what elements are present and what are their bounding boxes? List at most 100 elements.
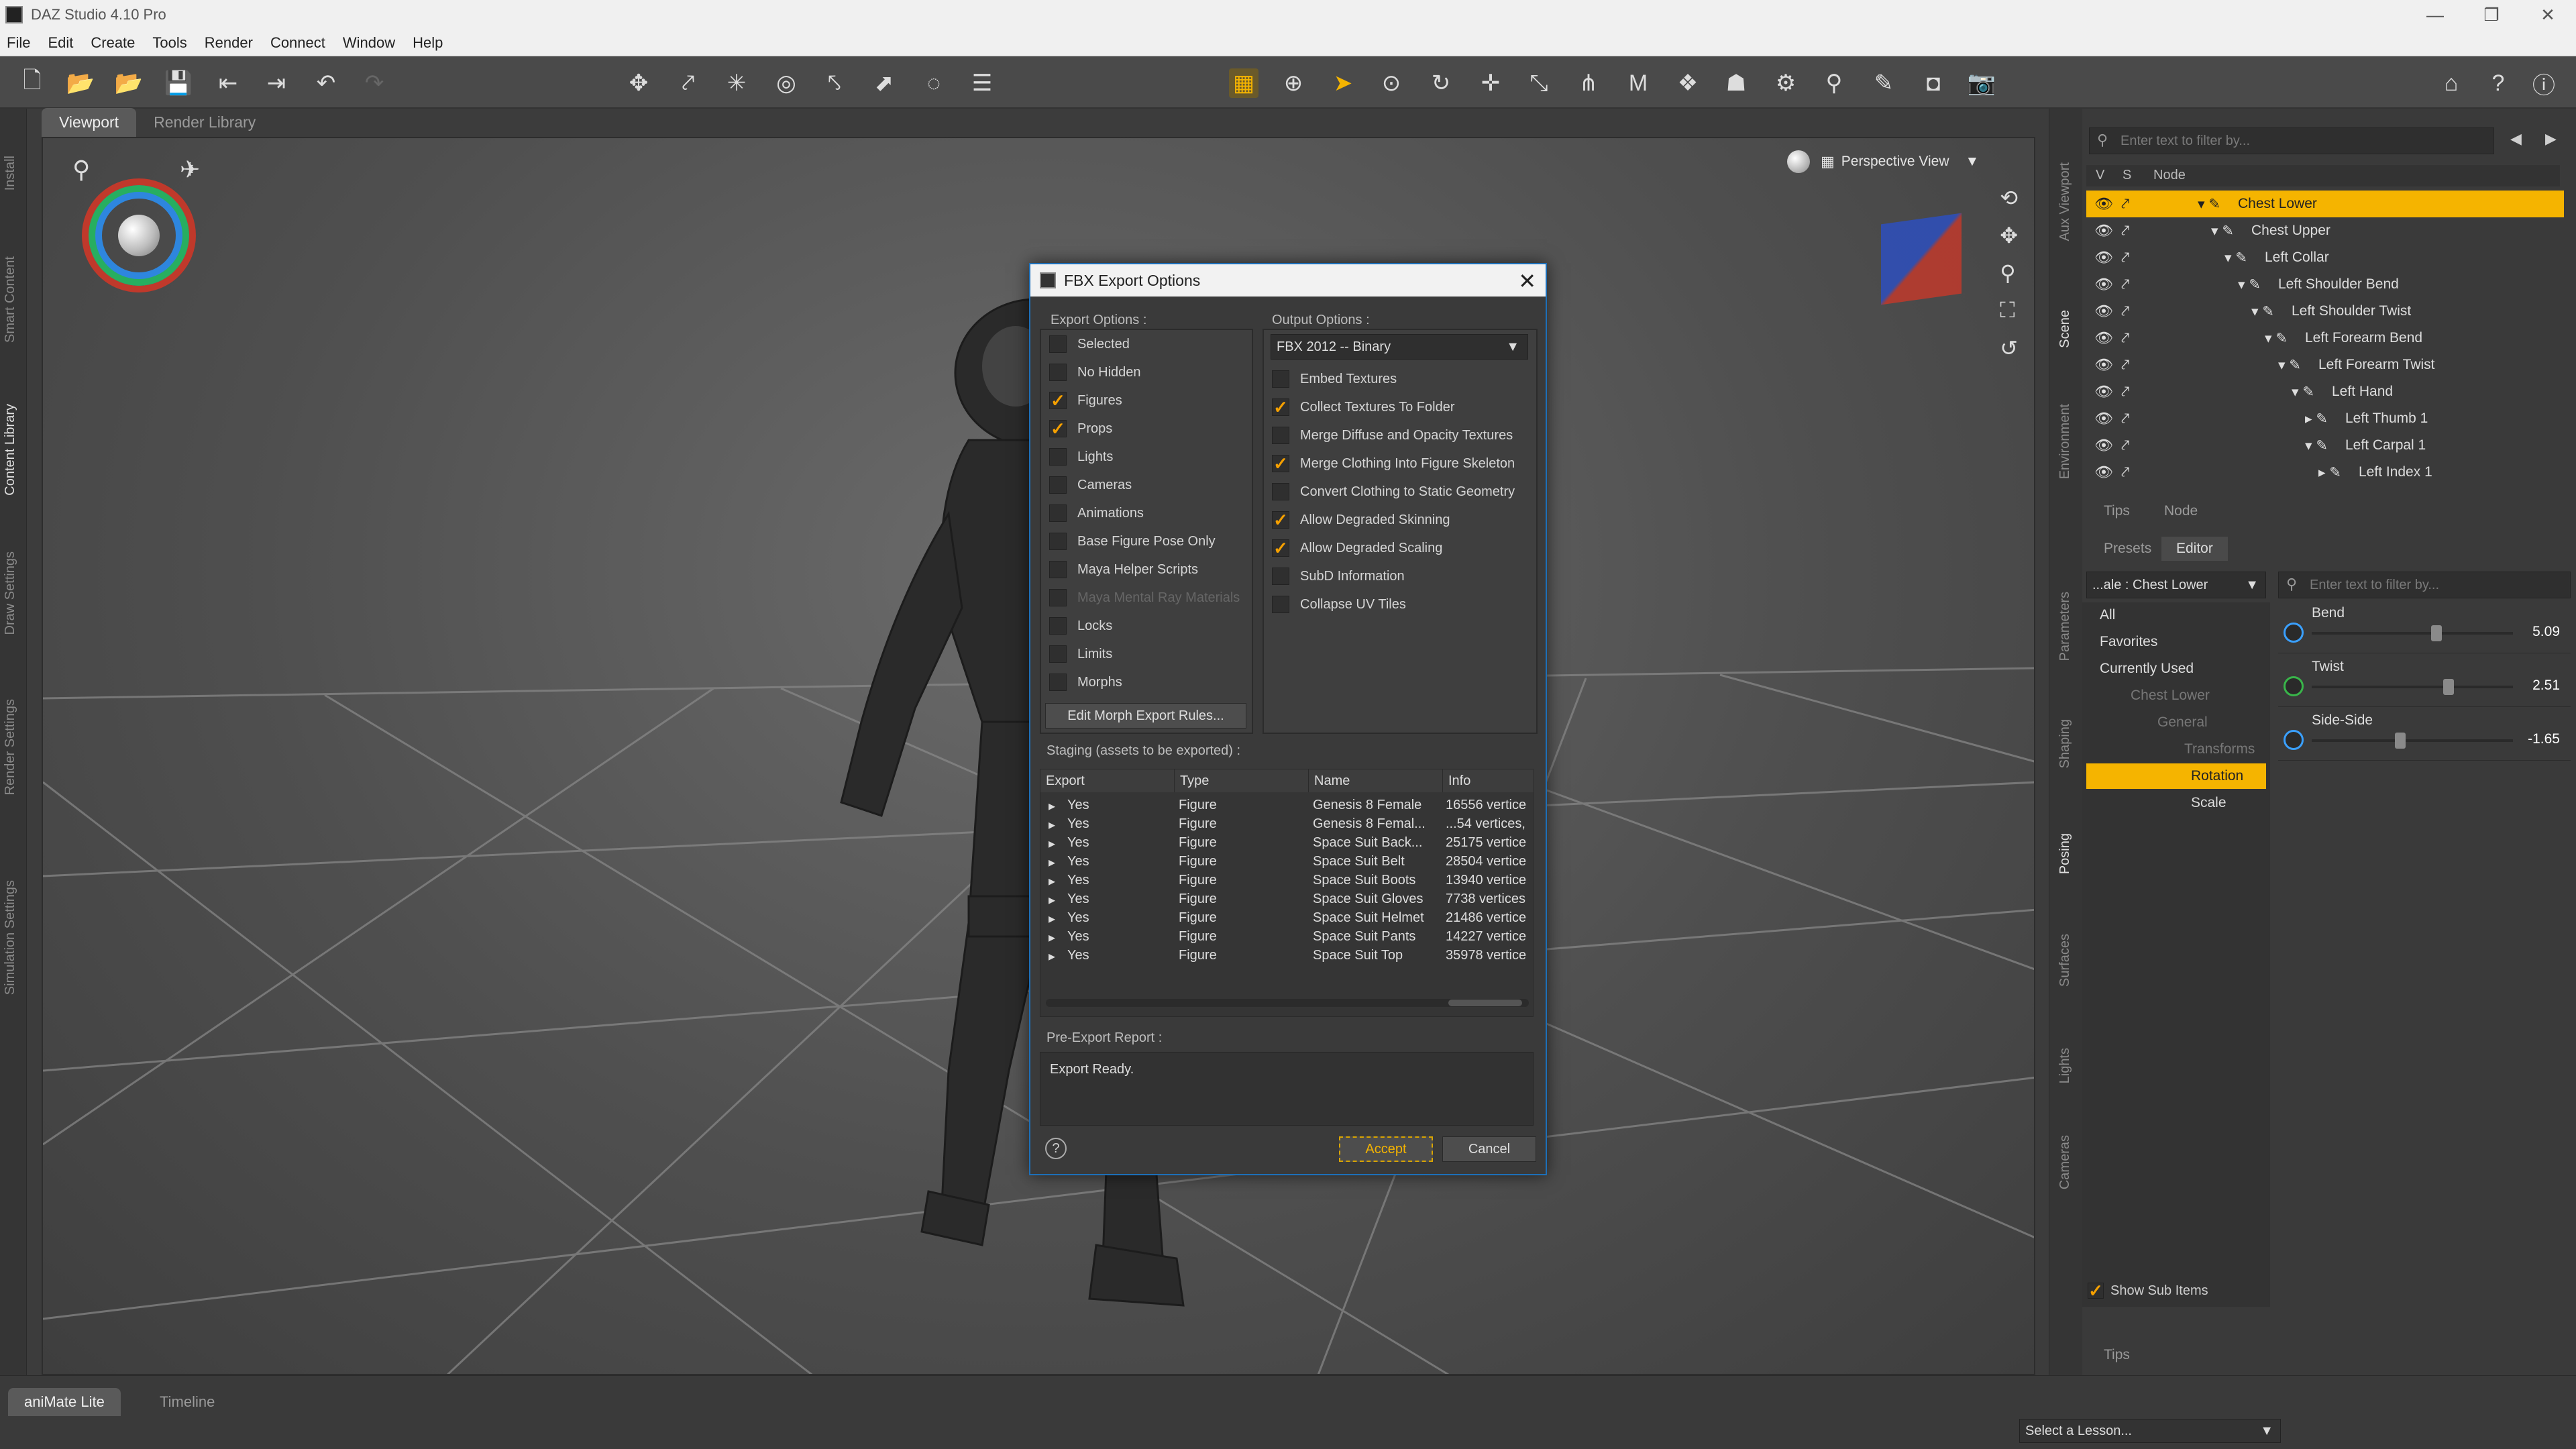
category-general[interactable]: General: [2086, 710, 2266, 735]
expand-arrow-icon[interactable]: ▸: [1049, 835, 1055, 852]
menu-render[interactable]: Render: [205, 34, 253, 52]
eye-icon[interactable]: 👁: [2094, 195, 2113, 213]
checkbox-morphs[interactable]: Morphs: [1049, 674, 1122, 691]
universal-tool-icon[interactable]: ⊕: [1279, 68, 1308, 98]
checkbox-box[interactable]: [1049, 533, 1067, 550]
spot-light-tool-icon[interactable]: ✳: [722, 68, 751, 98]
checkmark-icon[interactable]: ✓: [1272, 538, 1289, 558]
help-icon[interactable]: ⓘ: [2529, 68, 2559, 99]
category-currently-used[interactable]: Currently Used: [2086, 656, 2266, 682]
perspective-view-select[interactable]: ▦ Perspective View ▼: [1787, 150, 1979, 173]
export-icon[interactable]: ⇥: [262, 68, 291, 98]
tab-scene-node[interactable]: Node: [2149, 499, 2212, 523]
checkbox-degraded-skinning[interactable]: ✓ Allow Degraded Skinning: [1272, 510, 1450, 530]
checkbox-limits[interactable]: Limits: [1049, 645, 1112, 663]
expand-arrow-icon[interactable]: ▸: [1049, 873, 1055, 890]
checkbox-box[interactable]: [1049, 335, 1067, 353]
tab-viewport[interactable]: Viewport: [42, 108, 137, 137]
tab-parameters[interactable]: Parameters: [2057, 592, 2073, 661]
spline-tool-icon[interactable]: ⚲: [1819, 68, 1849, 98]
active-pose-tool-icon[interactable]: ⊙: [1377, 68, 1406, 98]
menu-file[interactable]: File: [7, 34, 30, 52]
tree-row-left-thumb-1[interactable]: 👁 ⤤ ▸ ✎ Left Thumb 1: [2086, 405, 2564, 432]
region-tool-icon[interactable]: ⬈: [869, 68, 899, 98]
checkbox-box[interactable]: [1049, 674, 1067, 691]
table-row[interactable]: ▸ Yes Figure Space Suit Helmet 21486 vertice: [1040, 909, 1534, 928]
render-camera-icon[interactable]: ◘: [1919, 68, 1948, 98]
slider-track[interactable]: [2312, 632, 2513, 635]
joint-tool-icon[interactable]: ◎: [771, 68, 801, 98]
arrow-right-icon[interactable]: ▶: [2545, 130, 2557, 148]
render-preview-icon[interactable]: [1787, 150, 1810, 173]
tab-cameras[interactable]: Cameras: [2057, 1135, 2073, 1189]
tab-simulation-settings[interactable]: Simulation Settings: [3, 880, 18, 995]
select-icon[interactable]: ⤤: [2121, 329, 2129, 347]
checkbox-merge-diffuse-opacity[interactable]: Merge Diffuse and Opacity Textures: [1272, 427, 1513, 444]
checkbox-cameras[interactable]: Cameras: [1049, 476, 1132, 494]
slider-knob[interactable]: [2443, 679, 2454, 695]
select-icon[interactable]: ⤤: [2121, 410, 2129, 427]
tree-row-left-forearm-bend[interactable]: 👁 ⤤ ▾ ✎ Left Forearm Bend: [2086, 325, 2564, 352]
tree-row-left-hand[interactable]: 👁 ⤤ ▾ ✎ Left Hand: [2086, 378, 2564, 405]
tree-row-left-index-1[interactable]: 👁 ⤤ ▸ ✎ Left Index 1: [2086, 459, 2564, 486]
col-type[interactable]: Type: [1175, 769, 1309, 792]
checkbox-selected[interactable]: Selected: [1049, 335, 1130, 353]
col-name[interactable]: Name: [1309, 769, 1443, 792]
checkbox-locks[interactable]: Locks: [1049, 617, 1112, 635]
orientation-gizmo[interactable]: [82, 178, 196, 292]
scene-filter-input[interactable]: Enter text to filter by...: [2089, 127, 2494, 154]
surface-tool-icon[interactable]: ▦: [1229, 68, 1258, 98]
pin-icon[interactable]: ✈: [180, 156, 200, 184]
checkbox-base-figure-pose-only[interactable]: Base Figure Pose Only: [1049, 533, 1216, 550]
horizontal-scrollbar[interactable]: [1046, 999, 1529, 1007]
show-sub-items-checkbox[interactable]: ✓ Show Sub Items: [2088, 1281, 2208, 1301]
tab-params-tips[interactable]: Tips: [2089, 1343, 2145, 1367]
checkbox-maya-helper-scripts[interactable]: Maya Helper Scripts: [1049, 561, 1198, 578]
morph-tool-icon[interactable]: ❖: [1673, 68, 1703, 98]
table-row[interactable]: ▸ Yes Figure Space Suit Pants 14227 vertice: [1040, 928, 1534, 947]
tab-scene-tips[interactable]: Tips: [2089, 499, 2145, 523]
category-chest-lower[interactable]: Chest Lower: [2086, 683, 2266, 708]
checkbox-box[interactable]: [1272, 370, 1289, 388]
eye-icon[interactable]: 👁: [2094, 329, 2113, 347]
table-row[interactable]: ▸ Yes Figure Space Suit Top 35978 vertice: [1040, 947, 1534, 965]
tab-presets[interactable]: Presets: [2089, 537, 2166, 561]
tree-row-left-shoulder-twist[interactable]: 👁 ⤤ ▾ ✎ Left Shoulder Twist: [2086, 298, 2564, 325]
save-icon[interactable]: 💾: [164, 68, 193, 98]
col-info[interactable]: Info: [1443, 769, 1534, 792]
camera-pan-icon[interactable]: ⚲: [72, 156, 90, 184]
rotate-tool-icon[interactable]: ↻: [1426, 68, 1456, 98]
tab-render-library[interactable]: Render Library: [136, 108, 273, 137]
view-cube[interactable]: [1881, 213, 1962, 305]
checkbox-props[interactable]: ✓ Props: [1049, 419, 1112, 439]
tab-smart-content[interactable]: Smart Content: [3, 256, 18, 343]
select-icon[interactable]: ⤤: [2121, 356, 2129, 374]
geometry-tool-icon[interactable]: ⤣: [820, 68, 849, 98]
tree-row-chest-lower[interactable]: 👁 ⤤ ▾ ✎ Chest Lower: [2086, 191, 2564, 217]
table-row[interactable]: ▸ Yes Figure Space Suit Belt 28504 vertice: [1040, 853, 1534, 871]
expand-arrow-icon[interactable]: ▸: [1049, 910, 1055, 927]
undo-icon[interactable]: ↶: [311, 68, 341, 98]
tab-surfaces[interactable]: Surfaces: [2057, 934, 2073, 987]
expand-arrow-icon[interactable]: ▸: [1049, 816, 1055, 833]
select-icon[interactable]: ⤤: [2121, 383, 2129, 400]
tab-scene[interactable]: Scene: [2057, 310, 2073, 348]
expand-arrow-icon[interactable]: ▸: [1049, 854, 1055, 871]
figure-tool-icon[interactable]: ✥: [624, 68, 653, 98]
pose-tool-icon[interactable]: M: [1623, 68, 1653, 98]
tab-install[interactable]: Install: [3, 156, 18, 191]
select-icon[interactable]: ⤤: [2121, 276, 2129, 293]
eye-icon[interactable]: 👁: [2094, 249, 2113, 266]
iray-render-icon[interactable]: ✎: [1869, 68, 1898, 98]
eye-icon[interactable]: 👁: [2094, 356, 2113, 374]
cancel-button[interactable]: Cancel: [1442, 1136, 1536, 1162]
fbx-format-select[interactable]: FBX 2012 -- Binary ▼: [1271, 334, 1528, 360]
checkbox-box[interactable]: [1049, 617, 1067, 635]
category-all[interactable]: All: [2086, 602, 2266, 628]
merge-icon[interactable]: 📂: [114, 68, 144, 98]
slider-knob[interactable]: [2395, 733, 2406, 749]
slider-twist[interactable]: Twist 2.51: [2278, 656, 2571, 707]
table-row[interactable]: ▸ Yes Figure Genesis 8 Femal... ...54 vertic…: [1040, 815, 1534, 834]
table-row[interactable]: ▸ Yes Figure Space Suit Boots 13940 vertice: [1040, 871, 1534, 890]
checkmark-icon[interactable]: ✓: [2088, 1281, 2104, 1301]
